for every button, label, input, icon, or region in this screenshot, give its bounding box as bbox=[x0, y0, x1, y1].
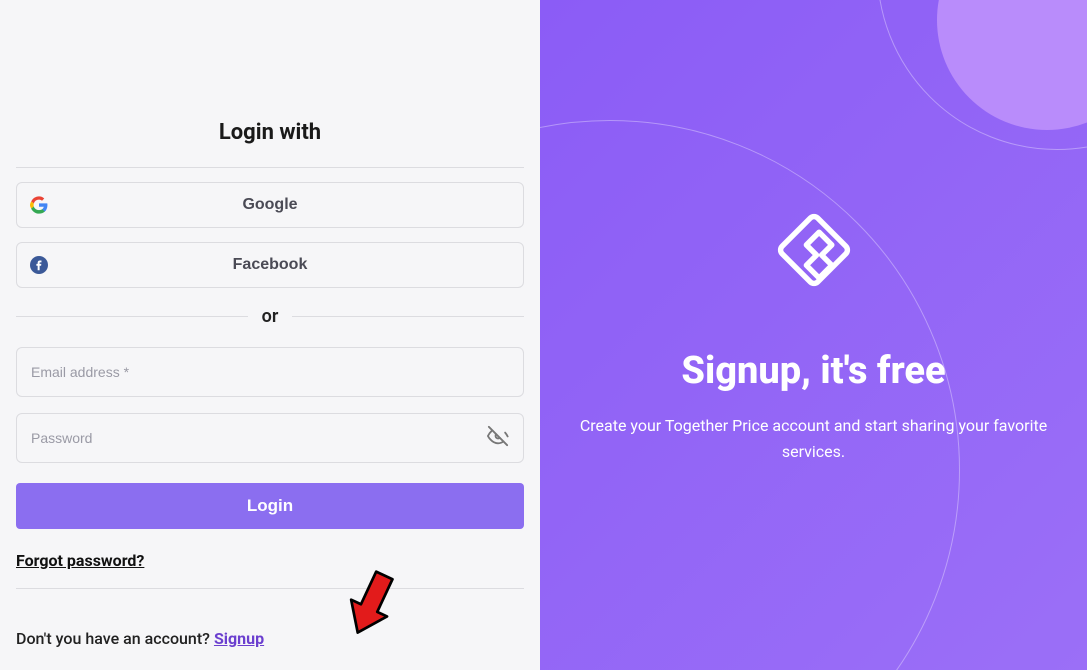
signup-link[interactable]: Signup bbox=[214, 629, 264, 648]
divider bbox=[16, 167, 524, 168]
email-field-wrapper[interactable] bbox=[16, 347, 524, 397]
forgot-password-link[interactable]: Forgot password? bbox=[16, 551, 524, 570]
eye-off-icon[interactable] bbox=[487, 425, 509, 451]
facebook-label: Facebook bbox=[29, 256, 511, 274]
hero-panel: Signup, it's free Create your Together P… bbox=[540, 0, 1087, 670]
or-label: or bbox=[262, 306, 279, 327]
password-field-wrapper[interactable] bbox=[16, 413, 524, 463]
divider bbox=[16, 588, 524, 589]
google-login-button[interactable]: Google bbox=[16, 182, 524, 228]
login-button[interactable]: Login bbox=[16, 483, 524, 529]
login-title: Login with bbox=[16, 120, 524, 145]
or-divider: or bbox=[16, 306, 524, 327]
password-field[interactable] bbox=[31, 430, 487, 446]
email-field[interactable] bbox=[31, 364, 509, 380]
divider bbox=[16, 316, 248, 317]
divider bbox=[292, 316, 524, 317]
google-label: Google bbox=[29, 196, 511, 214]
signup-prompt: Don't you have an account? Signup bbox=[16, 629, 524, 648]
facebook-login-button[interactable]: Facebook bbox=[16, 242, 524, 288]
login-panel: Login with Google Facebook or bbox=[0, 0, 540, 670]
no-account-text: Don't you have an account? bbox=[16, 629, 210, 648]
decorative-circle bbox=[540, 120, 960, 670]
red-arrow-icon bbox=[326, 559, 416, 649]
